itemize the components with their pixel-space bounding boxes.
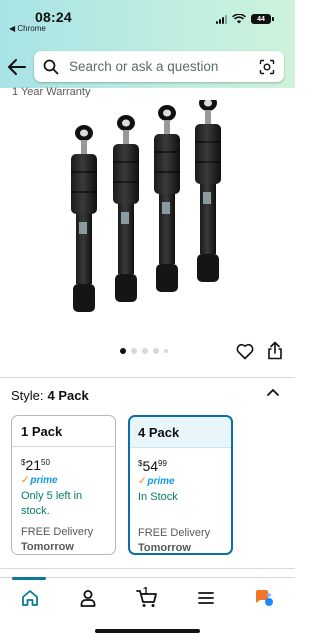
style-label: Style: (11, 388, 44, 403)
option-title: 1 Pack (12, 416, 115, 447)
stock-status: In Stock (138, 491, 178, 503)
product-image[interactable] (60, 100, 250, 325)
share-icon[interactable] (266, 341, 284, 360)
search-placeholder: Search or ask a question (69, 59, 219, 74)
delivery-day: Tomorrow (21, 541, 74, 553)
battery-level: 44 (257, 15, 265, 23)
carousel-dot[interactable] (153, 348, 159, 354)
section-divider (0, 568, 295, 569)
style-option-1-pack[interactable]: 1 Pack $2150 ✓ prime Only 5 left in stock… (11, 415, 116, 555)
status-time: 08:24 (35, 9, 72, 25)
menu-icon[interactable] (196, 588, 216, 608)
back-arrow-icon[interactable] (7, 58, 27, 76)
stock-status: Only 5 left in stock. (21, 490, 83, 517)
image-carousel-dots[interactable] (120, 348, 168, 354)
camera-scan-icon[interactable] (259, 59, 275, 75)
wifi-icon (232, 14, 246, 24)
carousel-dot[interactable] (142, 348, 148, 354)
battery-icon: 44 (251, 14, 274, 24)
style-selected-value: 4 Pack (47, 388, 89, 403)
style-selector-header[interactable]: Style: 4 Pack (11, 388, 89, 403)
back-to-app-link[interactable]: ◀ Chrome (9, 24, 46, 33)
prime-check-icon: ✓ (21, 475, 30, 486)
home-icon[interactable] (20, 588, 40, 608)
active-tab-indicator (12, 577, 46, 580)
section-divider (0, 377, 295, 378)
search-icon (43, 59, 59, 74)
account-icon[interactable] (78, 588, 98, 608)
home-indicator (95, 629, 200, 633)
chevron-up-icon[interactable] (266, 387, 280, 397)
heart-icon[interactable] (236, 343, 254, 360)
style-option-4-pack[interactable]: 4 Pack $5499 ✓ prime In Stock FREE Delive… (128, 415, 233, 555)
header-bar: 08:24 ◀ Chrome 44 Search or ask a questi… (0, 0, 295, 88)
delivery-text: FREE Delivery (138, 527, 211, 539)
prime-check-icon: ✓ (138, 476, 147, 487)
prime-badge: ✓ prime (138, 476, 175, 487)
signal-icon (216, 14, 227, 24)
status-icons: 44 (216, 14, 274, 24)
delivery-day: Tomorrow (138, 542, 191, 554)
option-price: $2150 (21, 457, 50, 473)
warranty-text: 1 Year Warranty (12, 86, 91, 98)
search-input[interactable]: Search or ask a question (34, 51, 284, 82)
carousel-dot[interactable] (164, 349, 168, 353)
prime-badge: ✓ prime (21, 475, 58, 486)
option-title: 4 Pack (130, 417, 231, 448)
carousel-dot[interactable] (131, 348, 137, 354)
carousel-dot[interactable] (120, 348, 126, 354)
option-price: $5499 (138, 458, 167, 474)
rufus-ai-icon[interactable] (254, 588, 274, 608)
delivery-text: FREE Delivery (21, 526, 94, 538)
cart-count: 1 (143, 586, 149, 597)
